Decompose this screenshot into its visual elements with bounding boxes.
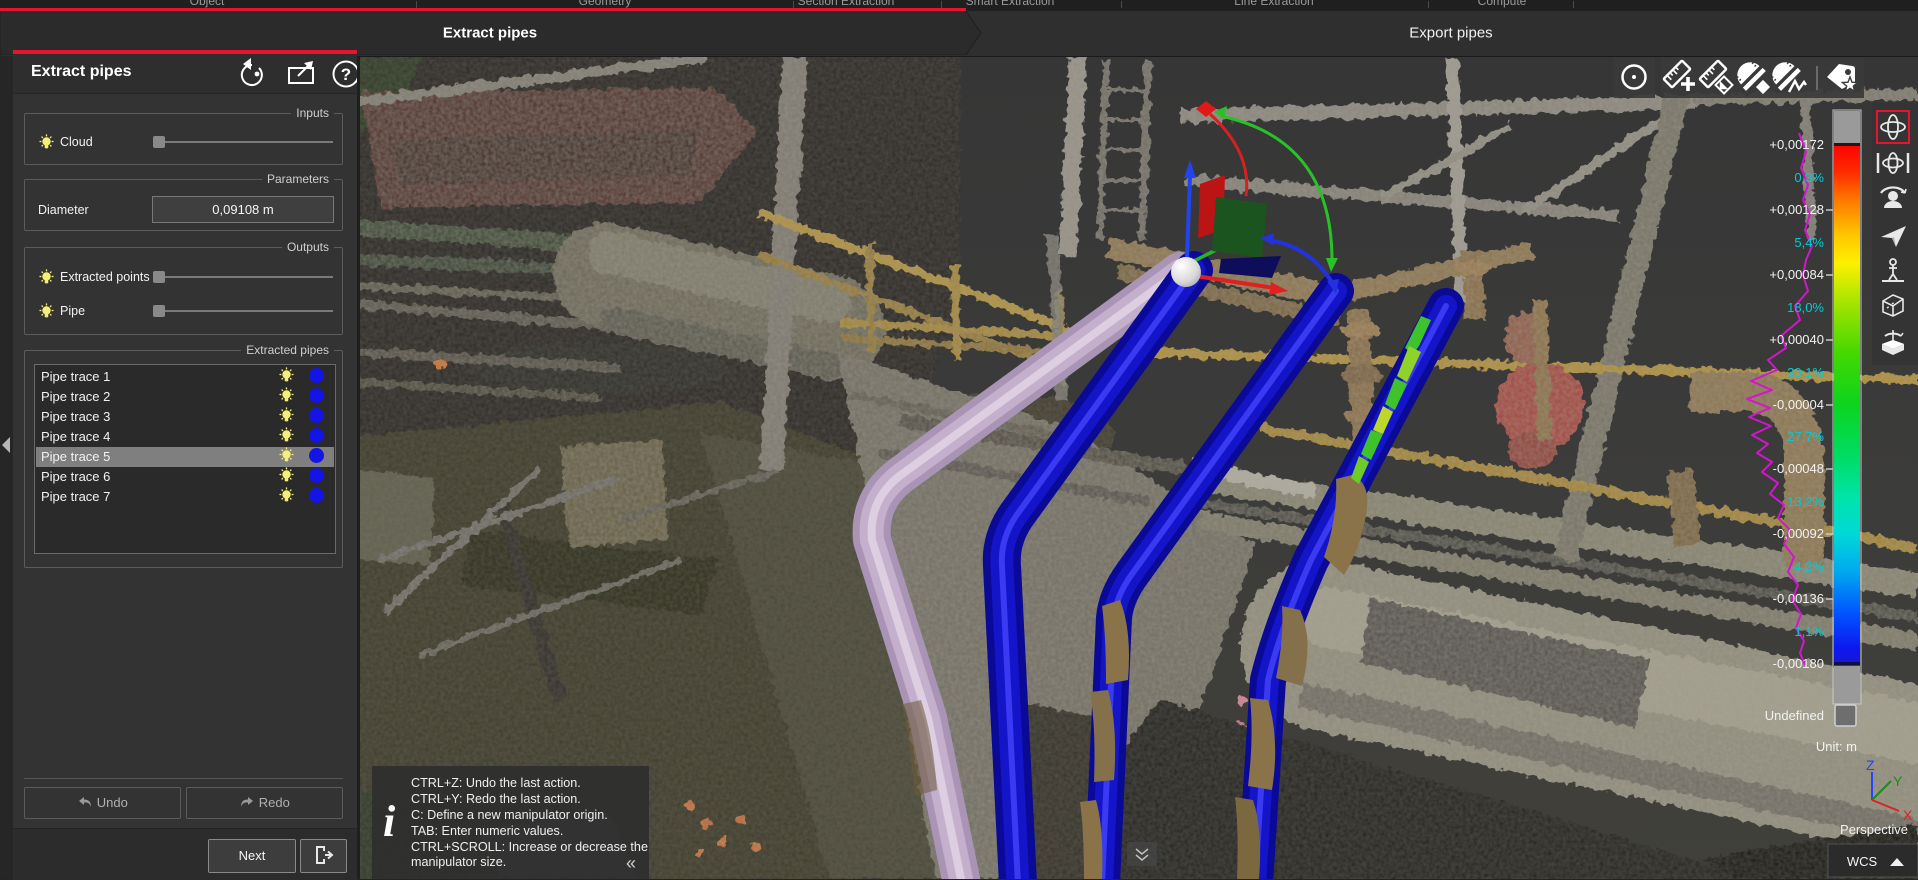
svg-text:27,7%: 27,7%	[1787, 429, 1824, 444]
svg-text:+0,00128: +0,00128	[1769, 202, 1824, 217]
svg-text:1,1%: 1,1%	[1794, 624, 1824, 639]
svg-text:CTRL+SCROLL: Increase or decre: CTRL+SCROLL: Increase or decrease the	[411, 840, 648, 854]
svg-text:Unit: m: Unit: m	[1816, 739, 1857, 754]
svg-text:?: ?	[341, 65, 351, 84]
svg-text:18,0%: 18,0%	[1787, 300, 1824, 315]
svg-text:Perspective: Perspective	[1840, 822, 1908, 837]
svg-text:CTRL+Z: Undo the last action.: CTRL+Z: Undo the last action.	[411, 776, 581, 790]
svg-text:manipulator size.: manipulator size.	[411, 855, 506, 869]
svg-text:-0,00136: -0,00136	[1773, 591, 1824, 606]
svg-text:WCS: WCS	[1847, 854, 1878, 869]
svg-text:-0,00048: -0,00048	[1773, 461, 1824, 476]
svg-text:+0,00040: +0,00040	[1769, 332, 1824, 347]
svg-text:0,3%: 0,3%	[1794, 170, 1824, 185]
svg-text:C: Define a new manipulator or: C: Define a new manipulator origin.	[411, 808, 608, 822]
svg-text:4,2%: 4,2%	[1794, 559, 1824, 574]
svg-text:+0,00084: +0,00084	[1769, 267, 1824, 282]
svg-text:-0,00004: -0,00004	[1773, 397, 1824, 412]
svg-text:Y: Y	[1893, 773, 1903, 789]
svg-text:-0,00092: -0,00092	[1773, 526, 1824, 541]
svg-text:Undefined: Undefined	[1765, 708, 1824, 723]
svg-text:30,1%: 30,1%	[1787, 365, 1824, 380]
svg-text:«: «	[626, 853, 636, 873]
svg-text:Z: Z	[1866, 757, 1875, 773]
svg-text:+0,00172: +0,00172	[1769, 137, 1824, 152]
svg-text:-0,00180: -0,00180	[1773, 656, 1824, 671]
svg-text:TAB: Enter numeric values.: TAB: Enter numeric values.	[411, 824, 563, 838]
svg-text:X: X	[1903, 807, 1913, 823]
svg-text:13,2%: 13,2%	[1787, 494, 1824, 509]
svg-text:CTRL+Y: Redo the last action.: CTRL+Y: Redo the last action.	[411, 792, 581, 806]
svg-text:i: i	[383, 797, 396, 846]
svg-text:5,4%: 5,4%	[1794, 235, 1824, 250]
